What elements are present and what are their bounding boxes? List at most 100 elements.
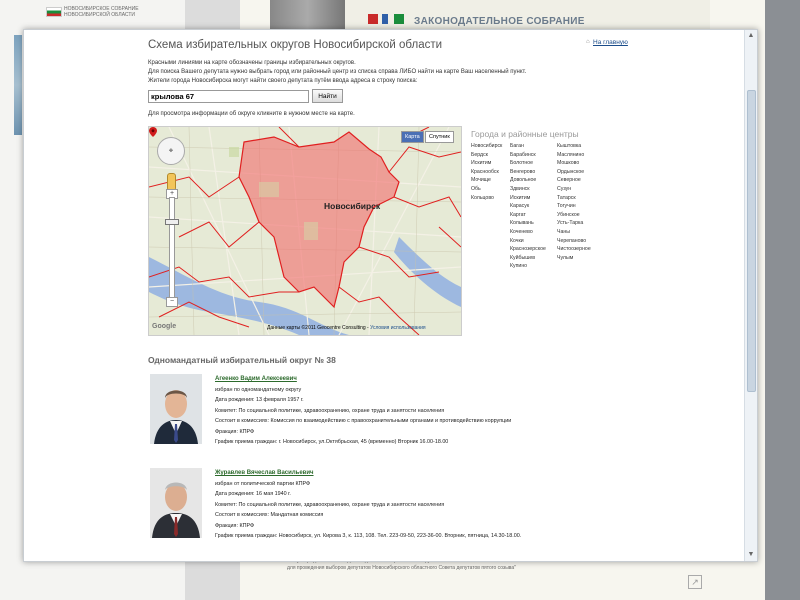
city-link[interactable]: Коченево: [510, 228, 546, 237]
banner-title: ЗАКОНОДАТЕЛЬНОЕ СОБРАНИЕ: [414, 16, 585, 27]
deputy-faction: Фракция: КПРФ: [215, 522, 255, 529]
city-link[interactable]: Искитим: [510, 194, 546, 203]
city-link[interactable]: Венгерово: [510, 168, 546, 177]
city-link[interactable]: Куйбышев: [510, 254, 546, 263]
address-search-input[interactable]: [148, 90, 309, 103]
bottom-text-line-2: для проведения выборов депутатов Новосиб…: [287, 565, 516, 571]
cities-column-1: Новосибирск Бердск Искитим Краснообск Мо…: [471, 142, 502, 202]
map-type-map-button[interactable]: Карта: [401, 131, 424, 143]
city-link[interactable]: Мочище: [471, 176, 502, 185]
scroll-down-icon[interactable]: ▼: [745, 549, 757, 561]
city-link[interactable]: Усть-Тарка: [557, 219, 591, 228]
city-link[interactable]: Искитим: [471, 159, 502, 168]
map-copyright: Данные карты ©2011 Geocentre Consulting …: [267, 325, 426, 331]
deputy-faction: Фракция: КПРФ: [215, 428, 255, 435]
district-map[interactable]: ✥ + − Новосибирск Карта Спутник Google Д…: [148, 126, 462, 336]
city-link[interactable]: Довольное: [510, 176, 546, 185]
city-link[interactable]: Кыштовка: [557, 142, 591, 151]
city-link[interactable]: Черепаново: [557, 237, 591, 246]
district-title: Одномандатный избирательный округ № 38: [148, 355, 336, 365]
map-drawing: [149, 127, 461, 335]
city-link[interactable]: Здвинск: [510, 185, 546, 194]
deputy-card: Агеенко Вадим Алексеевич избран по одном…: [148, 374, 618, 456]
city-link[interactable]: Болотное: [510, 159, 546, 168]
map-city-label: Новосибирск: [324, 201, 381, 211]
city-link[interactable]: Купино: [510, 262, 546, 271]
intro-text: Красными линиями на карте обозначены гра…: [148, 59, 526, 86]
city-link[interactable]: Кольцово: [471, 194, 502, 203]
deputy-schedule: График приема граждан: Новосибирск, ул. …: [215, 533, 522, 539]
map-type-satellite-button[interactable]: Спутник: [425, 131, 454, 143]
deputy-photo: [150, 468, 202, 538]
city-link[interactable]: Маслянино: [557, 151, 591, 160]
green-square-icon: [394, 14, 404, 24]
city-link[interactable]: Баган: [510, 142, 546, 151]
city-link[interactable]: Новосибирск: [471, 142, 502, 151]
deputy-name-link[interactable]: Агеенко Вадим Алексеевич: [215, 374, 511, 385]
city-link[interactable]: Татарск: [557, 194, 591, 203]
deputy-birth: Дата рождения: 13 февраля 1957 г.: [215, 397, 304, 403]
map-terms-link[interactable]: Условия использования: [370, 325, 426, 331]
background-right-edge: [765, 0, 800, 600]
city-link[interactable]: Чистоозерное: [557, 245, 591, 254]
pan-control-icon[interactable]: ✥: [157, 137, 185, 165]
city-link[interactable]: Сузун: [557, 185, 591, 194]
deputy-info: Журавлев Вячеслав Васильевич избран от п…: [215, 468, 521, 542]
deputy-committee: Комитет: По социальной политике, здравоо…: [215, 501, 445, 508]
home-link[interactable]: На главную: [593, 39, 628, 46]
city-photo: [270, 0, 345, 30]
city-link[interactable]: Бердск: [471, 151, 502, 160]
map-copyright-text: Данные карты ©2011 Geocentre Consulting …: [267, 325, 369, 331]
cities-title: Города и районные центры: [471, 129, 579, 139]
city-link[interactable]: Чулым: [557, 254, 591, 263]
left-logo-text: НОВОСИБИРСКОЕ СОБРАНИЕ НОВОСИБИРСКОЙ ОБЛ…: [64, 6, 139, 18]
city-link[interactable]: Чаны: [557, 228, 591, 237]
map-modal: ▲ ▼ Схема избирательных округов Новосиби…: [23, 29, 758, 562]
cities-column-3: Кыштовка Маслянино Мошково Ордынское Сев…: [557, 142, 591, 262]
flag-icon: [46, 7, 62, 17]
city-link[interactable]: Ордынское: [557, 168, 591, 177]
expand-icon[interactable]: ↗: [688, 575, 702, 589]
deputy-elected: избран от политической партии КПРФ: [215, 480, 311, 487]
deputy-info: Агеенко Вадим Алексеевич избран по одном…: [215, 374, 511, 448]
scroll-up-icon[interactable]: ▲: [745, 30, 757, 42]
zoom-slider-knob[interactable]: [165, 219, 179, 225]
deputy-card: Журавлев Вячеслав Васильевич избран от п…: [148, 468, 618, 550]
deputy-commission: Состоит в комиссиях: Мандатная комиссия: [215, 512, 324, 518]
deputy-name-link[interactable]: Журавлев Вячеслав Васильевич: [215, 468, 521, 479]
city-link[interactable]: Обь: [471, 185, 502, 194]
city-link[interactable]: Краснообск: [471, 168, 502, 177]
deputy-elected: избран по одномандатному округу: [215, 386, 302, 393]
intro-line-2: Для поиска Вашего депутата нужно выбрать…: [148, 69, 527, 75]
red-square-icon: [368, 14, 378, 24]
city-link[interactable]: Колывань: [510, 219, 546, 228]
city-link[interactable]: Северное: [557, 176, 591, 185]
city-link[interactable]: Барабинск: [510, 151, 546, 160]
city-link[interactable]: Каргат: [510, 211, 546, 220]
deputy-birth: Дата рождения: 16 мая 1940 г.: [215, 491, 291, 497]
home-icon: ⌂: [586, 39, 590, 45]
zoom-slider[interactable]: [169, 197, 175, 301]
deputy-committee: Комитет: По социальной политике, здравоо…: [215, 407, 445, 414]
modal-scrollbar[interactable]: ▲ ▼: [744, 30, 757, 561]
blue-bar-icon: [382, 14, 388, 24]
google-logo: Google: [152, 323, 177, 330]
deputy-schedule: График приема граждан: г. Новосибирск, у…: [215, 439, 449, 445]
search-button[interactable]: Найти: [312, 89, 343, 103]
intro-line-1: Красными линиями на карте обозначены гра…: [148, 60, 356, 66]
map-hint: Для просмотра информации об округе кликн…: [148, 111, 355, 117]
city-link[interactable]: Мошково: [557, 159, 591, 168]
deputy-commission: Состоит в комиссиях: Комиссия по взаимод…: [215, 418, 512, 424]
cities-column-2: Баган Барабинск Болотное Венгерово Довол…: [510, 142, 546, 271]
map-pin-icon[interactable]: [149, 127, 157, 137]
city-link[interactable]: Убинское: [557, 211, 591, 220]
zoom-out-icon[interactable]: −: [166, 297, 178, 307]
left-image-strip: [14, 35, 22, 135]
page-title: Схема избирательных округов Новосибирско…: [148, 39, 443, 51]
city-link[interactable]: Краснозерское: [510, 245, 546, 254]
scrollbar-thumb[interactable]: [747, 90, 756, 392]
city-link[interactable]: Кочки: [510, 237, 546, 246]
intro-line-3: Жители города Новосибирска могут найти с…: [148, 78, 418, 84]
city-link[interactable]: Тогучин: [557, 202, 591, 211]
city-link[interactable]: Карасук: [510, 202, 546, 211]
